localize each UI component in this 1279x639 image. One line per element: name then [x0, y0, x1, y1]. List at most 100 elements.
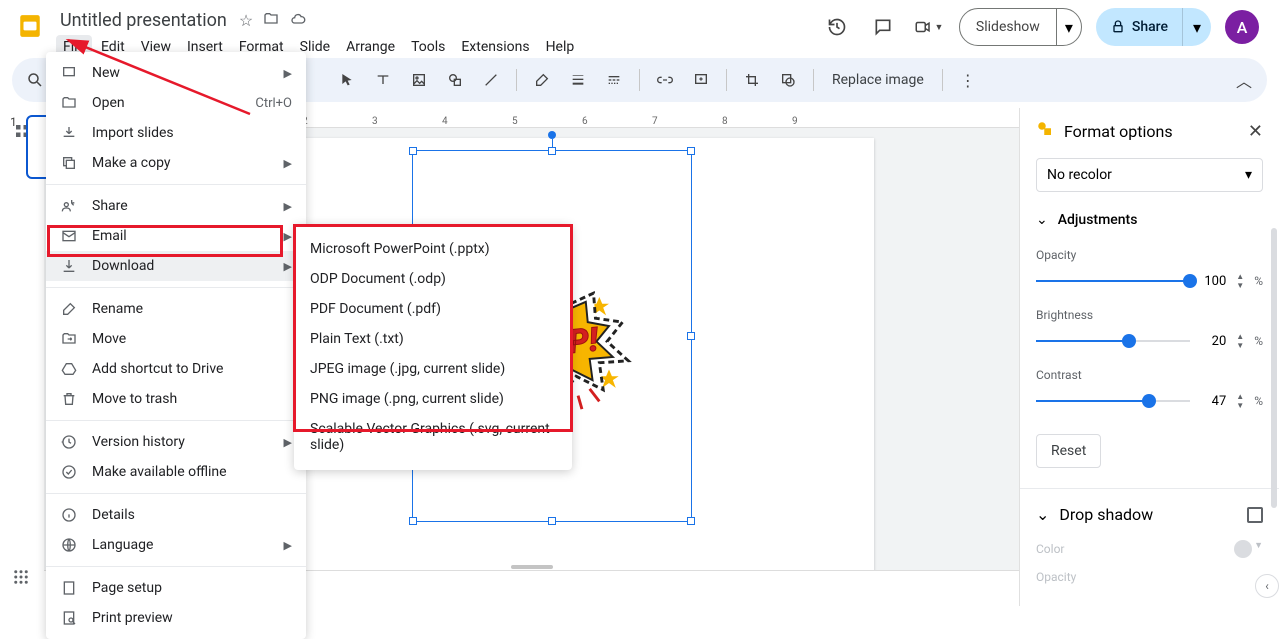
email-icon [60, 227, 78, 245]
crop-icon[interactable] [737, 65, 767, 95]
shadow-opacity-label: Opacity [1036, 570, 1263, 584]
file-menu-item[interactable]: Move to trash [46, 384, 306, 414]
download-format-item[interactable]: Scalable Vector Graphics (.svg, current … [294, 414, 572, 460]
cloud-status-icon[interactable] [289, 11, 307, 31]
link-icon[interactable] [650, 65, 680, 95]
slideshow-dropdown-icon[interactable]: ▾ [1056, 9, 1081, 45]
contrast-slider[interactable] [1036, 400, 1190, 402]
history-icon [60, 433, 78, 451]
image-tool-icon[interactable] [404, 65, 434, 95]
drop-shadow-checkbox[interactable] [1247, 507, 1263, 523]
border-dash-icon[interactable] [599, 65, 629, 95]
contrast-stepper[interactable]: ▲▼ [1236, 392, 1244, 410]
opacity-slider[interactable] [1036, 280, 1190, 282]
download-format-item[interactable]: JPEG image (.jpg, current slide) [294, 354, 572, 384]
file-menu-item[interactable]: Move [46, 324, 306, 354]
resize-handle[interactable] [409, 147, 417, 155]
brightness-slider[interactable] [1036, 340, 1190, 342]
download-icon [60, 257, 78, 275]
format-options-icon [1036, 120, 1054, 142]
more-tools-icon[interactable]: ⋮ [953, 65, 983, 95]
slideshow-button[interactable]: Slideshow ▾ [959, 8, 1082, 46]
open-icon [60, 94, 78, 112]
resize-handle[interactable] [409, 517, 417, 525]
reset-button[interactable]: Reset [1036, 434, 1101, 468]
share-dropdown-icon[interactable]: ▾ [1182, 8, 1211, 46]
move-icon [60, 330, 78, 348]
contrast-value[interactable]: 47 [1200, 394, 1226, 409]
star-icon[interactable]: ☆ [239, 11, 253, 31]
file-menu-item[interactable]: Rename [46, 294, 306, 324]
menu-tools[interactable]: Tools [404, 35, 452, 59]
select-tool-icon[interactable] [332, 65, 362, 95]
history-icon[interactable] [821, 11, 853, 43]
opacity-value[interactable]: 100 [1200, 274, 1226, 289]
download-format-item[interactable]: PDF Document (.pdf) [294, 294, 572, 324]
resize-handle[interactable] [548, 147, 556, 155]
border-color-icon[interactable] [527, 65, 557, 95]
menu-extensions[interactable]: Extensions [454, 35, 536, 59]
recolor-dropdown[interactable]: No recolor▾ [1036, 158, 1263, 192]
close-icon[interactable]: ✕ [1248, 121, 1263, 142]
download-format-item[interactable]: Plain Text (.txt) [294, 324, 572, 354]
textbox-tool-icon[interactable] [368, 65, 398, 95]
new-icon [60, 64, 78, 82]
opacity-stepper[interactable]: ▲▼ [1236, 272, 1244, 290]
file-menu-item[interactable]: Import slides [46, 118, 306, 148]
file-menu-item[interactable]: Page setup [46, 573, 306, 603]
globe-icon [60, 536, 78, 554]
download-format-item[interactable]: Microsoft PowerPoint (.pptx) [294, 234, 572, 264]
document-title[interactable]: Untitled presentation [56, 8, 231, 33]
user-avatar[interactable]: A [1225, 10, 1259, 44]
move-icon[interactable] [263, 11, 279, 31]
adjustments-section[interactable]: ⌄ Adjustments [1036, 212, 1263, 228]
download-submenu: Microsoft PowerPoint (.pptx)ODP Document… [294, 224, 572, 470]
comment-tool-icon[interactable] [686, 65, 716, 95]
collapse-toolbar-icon[interactable]: ︿ [1229, 65, 1259, 95]
drive-icon [60, 360, 78, 378]
mask-icon[interactable] [773, 65, 803, 95]
file-menu-item[interactable]: Open Ctrl+O [46, 88, 306, 118]
resize-handle[interactable] [687, 332, 695, 340]
file-menu-item[interactable]: Download ▶ [46, 251, 306, 281]
border-weight-icon[interactable] [563, 65, 593, 95]
chevron-right-icon: ▶ [284, 157, 292, 170]
rotate-handle[interactable] [548, 131, 556, 139]
meet-icon[interactable]: ▼ [913, 11, 945, 43]
comments-icon[interactable] [867, 11, 899, 43]
resize-handle[interactable] [687, 147, 695, 155]
brightness-stepper[interactable]: ▲▼ [1236, 332, 1244, 350]
import-icon [60, 124, 78, 142]
brightness-value[interactable]: 20 [1200, 334, 1226, 349]
slides-logo[interactable] [12, 8, 48, 44]
contrast-label: Contrast [1036, 368, 1263, 382]
sidebar-scrollbar[interactable] [1271, 228, 1277, 508]
chevron-down-icon[interactable]: ⌄ [1036, 505, 1049, 524]
replace-image-button[interactable]: Replace image [824, 72, 932, 88]
resize-handle[interactable] [548, 517, 556, 525]
file-menu-item[interactable]: Print preview [46, 603, 306, 633]
file-menu-item[interactable]: Language ▶ [46, 530, 306, 560]
share-button[interactable]: Share ▾ [1096, 8, 1211, 46]
file-menu-item[interactable]: Email ▶ [46, 221, 306, 251]
line-tool-icon[interactable] [476, 65, 506, 95]
format-options-panel: Format options ✕ No recolor▾ ⌄ Adjustmen… [1019, 108, 1279, 606]
file-menu-item[interactable]: Share ▶ [46, 191, 306, 221]
print-preview-icon [60, 609, 78, 627]
apps-grid-icon[interactable] [12, 568, 30, 590]
shape-tool-icon[interactable] [440, 65, 470, 95]
file-menu-item[interactable]: Details [46, 500, 306, 530]
collapse-sidebar-icon[interactable]: ‹ [1255, 574, 1279, 598]
file-menu-item[interactable]: Make available offline [46, 457, 306, 487]
menu-arrange[interactable]: Arrange [339, 35, 402, 59]
file-menu-item[interactable]: Make a copy ▶ [46, 148, 306, 178]
file-menu-item[interactable]: Version history ▶ [46, 427, 306, 457]
resize-handle[interactable] [687, 517, 695, 525]
chevron-right-icon: ▶ [284, 200, 292, 213]
download-format-item[interactable]: PNG image (.png, current slide) [294, 384, 572, 414]
file-menu-item[interactable]: Add shortcut to Drive [46, 354, 306, 384]
menu-help[interactable]: Help [539, 35, 582, 59]
file-menu-item[interactable]: New ▶ [46, 58, 306, 88]
download-format-item[interactable]: ODP Document (.odp) [294, 264, 572, 294]
chevron-right-icon: ▶ [284, 67, 292, 80]
